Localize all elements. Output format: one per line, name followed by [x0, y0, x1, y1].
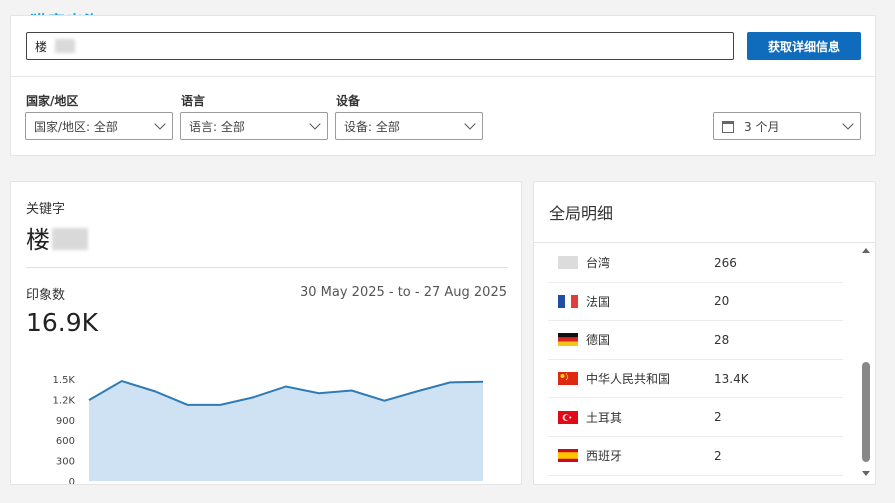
breakdown-row: 西班牙 2	[548, 437, 843, 476]
redacted-text-blur	[55, 39, 75, 53]
y-tick-label: 600	[56, 436, 75, 447]
country-count: 20	[714, 294, 730, 309]
language-select-value: 语言: 全部	[189, 119, 245, 134]
country-count: 266	[714, 255, 737, 270]
period-select-content: 3 个月	[722, 118, 779, 135]
date-range: 30 May 2025 - to - 27 Aug 2025	[299, 285, 507, 300]
breakdown-row: 德国 28	[548, 321, 843, 360]
chevron-down-icon	[309, 118, 321, 130]
breakdown-row: 法国 20	[548, 283, 843, 322]
france-flag-icon	[558, 294, 578, 308]
spain-flag-icon	[558, 449, 578, 463]
calendar-icon	[722, 121, 734, 133]
device-select[interactable]: 设备: 全部	[335, 112, 483, 140]
chevron-down-icon	[154, 118, 166, 130]
keyword-overview-card: 关键字 楼 印象数 30 May 2025 - to - 27 Aug 2025…	[10, 181, 522, 485]
area-fill	[89, 381, 483, 481]
keyword-value: 楼	[26, 220, 88, 255]
device-filter-label: 设备	[336, 94, 361, 108]
language-select[interactable]: 语言: 全部	[180, 112, 328, 140]
country-count: 13.4K	[714, 371, 749, 386]
country-filter-label: 国家/地区	[26, 94, 79, 108]
taiwan-flag-icon	[558, 256, 578, 270]
impressions-label: 印象数	[26, 288, 66, 303]
keyword-text: 楼	[26, 226, 50, 254]
scroll-down-arrow-icon[interactable]	[862, 471, 870, 476]
chevron-down-icon	[464, 118, 476, 130]
country-count: 2	[714, 410, 722, 425]
turkey-flag-icon	[558, 410, 578, 424]
y-tick-label: 0	[69, 477, 75, 484]
country-select-value: 国家/地区: 全部	[34, 119, 118, 134]
country-name: 德国	[586, 333, 611, 348]
global-breakdown-card: 全局明细 台湾 266 法国 20 德国 28 中华人民共和国 13.4K 土耳其 2 西班牙 2	[533, 181, 876, 485]
impressions-value: 16.9K	[26, 308, 99, 337]
country-name: 中华人民共和国	[586, 372, 671, 387]
period-select-value: 3 个月	[744, 119, 780, 134]
section-divider	[26, 267, 508, 268]
breakdown-row: 台湾 266	[548, 244, 843, 283]
breakdown-row: 中华人民共和国 13.4K	[548, 360, 843, 399]
chevron-down-icon	[842, 118, 854, 130]
country-name: 西班牙	[586, 449, 623, 464]
country-name: 土耳其	[586, 410, 623, 425]
breakdown-title: 全局明细	[549, 204, 614, 223]
period-select[interactable]: 3 个月	[713, 112, 861, 140]
keyword-search-input[interactable]	[26, 32, 734, 60]
germany-flag-icon	[558, 333, 578, 347]
country-count: 2	[714, 448, 722, 463]
y-tick-label: 1.2K	[53, 395, 76, 406]
get-details-button[interactable]: 获取详细信息	[747, 32, 861, 60]
redacted-keyword-blur	[52, 228, 88, 250]
y-tick-label: 1.5K	[53, 375, 76, 386]
country-count: 28	[714, 332, 730, 347]
y-tick-label: 900	[56, 416, 75, 427]
keyword-label: 关键字	[26, 202, 66, 217]
language-filter-label: 语言	[181, 94, 206, 108]
breakdown-divider	[534, 242, 875, 243]
search-panel: 获取详细信息 国家/地区 国家/地区: 全部 语言 语言: 全部 设备 设备: …	[10, 15, 876, 156]
scrollbar-thumb[interactable]	[862, 362, 870, 462]
country-select[interactable]: 国家/地区: 全部	[25, 112, 173, 140]
breakdown-scrollbar[interactable]	[861, 246, 871, 478]
china-flag-icon	[558, 372, 578, 386]
impressions-chart: 1.5K1.2K900600300008 Jun22 Jun06 Jul20 J…	[53, 375, 484, 484]
scroll-up-arrow-icon[interactable]	[862, 248, 870, 253]
panel-divider	[11, 76, 875, 77]
country-name: 台湾	[586, 256, 611, 271]
country-name: 法国	[586, 294, 611, 309]
breakdown-list: 台湾 266 法国 20 德国 28 中华人民共和国 13.4K 土耳其 2 西班牙 2	[548, 244, 843, 476]
y-tick-label: 300	[56, 457, 75, 468]
breakdown-row: 土耳其 2	[548, 398, 843, 437]
device-select-value: 设备: 全部	[344, 119, 400, 134]
